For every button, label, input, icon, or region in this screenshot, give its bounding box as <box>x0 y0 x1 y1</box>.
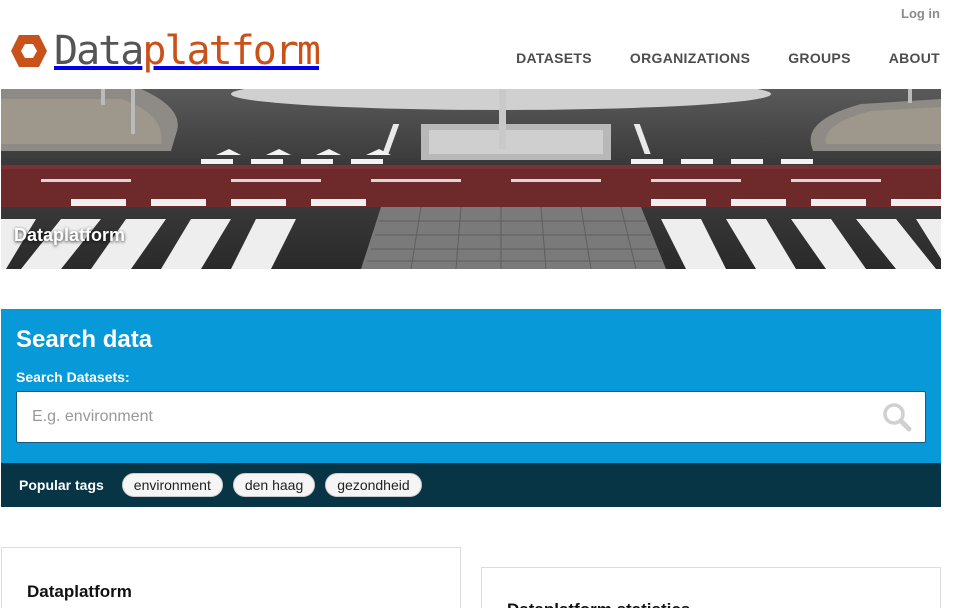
search-title: Search data <box>16 326 153 353</box>
search-box <box>16 391 926 443</box>
search-section: Search data Search Datasets: <box>1 309 941 463</box>
login-link[interactable]: Log in <box>901 6 940 21</box>
nav-organizations[interactable]: ORGANIZATIONS <box>630 50 750 66</box>
search-label: Search Datasets: <box>16 369 130 385</box>
search-button[interactable] <box>881 402 913 434</box>
logo-text-platform: platform <box>142 28 321 74</box>
stats-title: Dataplatform statistics <box>507 600 690 608</box>
search-input[interactable] <box>17 392 925 442</box>
hexagon-logo-icon <box>11 35 47 67</box>
main-nav: DATASETS ORGANIZATIONS GROUPS ABOUT <box>478 50 940 66</box>
search-icon <box>883 403 912 432</box>
tag-environment[interactable]: environment <box>121 473 223 497</box>
stats-box: Dataplatform statistics <box>481 567 941 608</box>
hero-banner: Dataplatform <box>1 89 941 269</box>
nav-about[interactable]: ABOUT <box>889 50 940 66</box>
logo-text: Dataplatform <box>54 28 321 74</box>
tag-den-haag[interactable]: den haag <box>232 473 316 497</box>
intro-box: Dataplatform <box>1 547 461 608</box>
nav-groups[interactable]: GROUPS <box>788 50 850 66</box>
logo-text-data: Data <box>54 28 144 74</box>
site-logo[interactable]: Dataplatform <box>10 28 321 74</box>
hero-title: Dataplatform <box>14 225 126 245</box>
page: Log in Dataplatform DATASETS ORGANIZATIO… <box>0 0 976 608</box>
tag-gezondheid[interactable]: gezondheid <box>325 473 422 497</box>
popular-tags-label: Popular tags <box>19 477 104 493</box>
intro-title: Dataplatform <box>27 582 132 601</box>
hero-image <box>1 89 941 269</box>
nav-datasets[interactable]: DATASETS <box>516 50 592 66</box>
popular-tags-bar: Popular tags environment den haag gezond… <box>1 463 941 507</box>
